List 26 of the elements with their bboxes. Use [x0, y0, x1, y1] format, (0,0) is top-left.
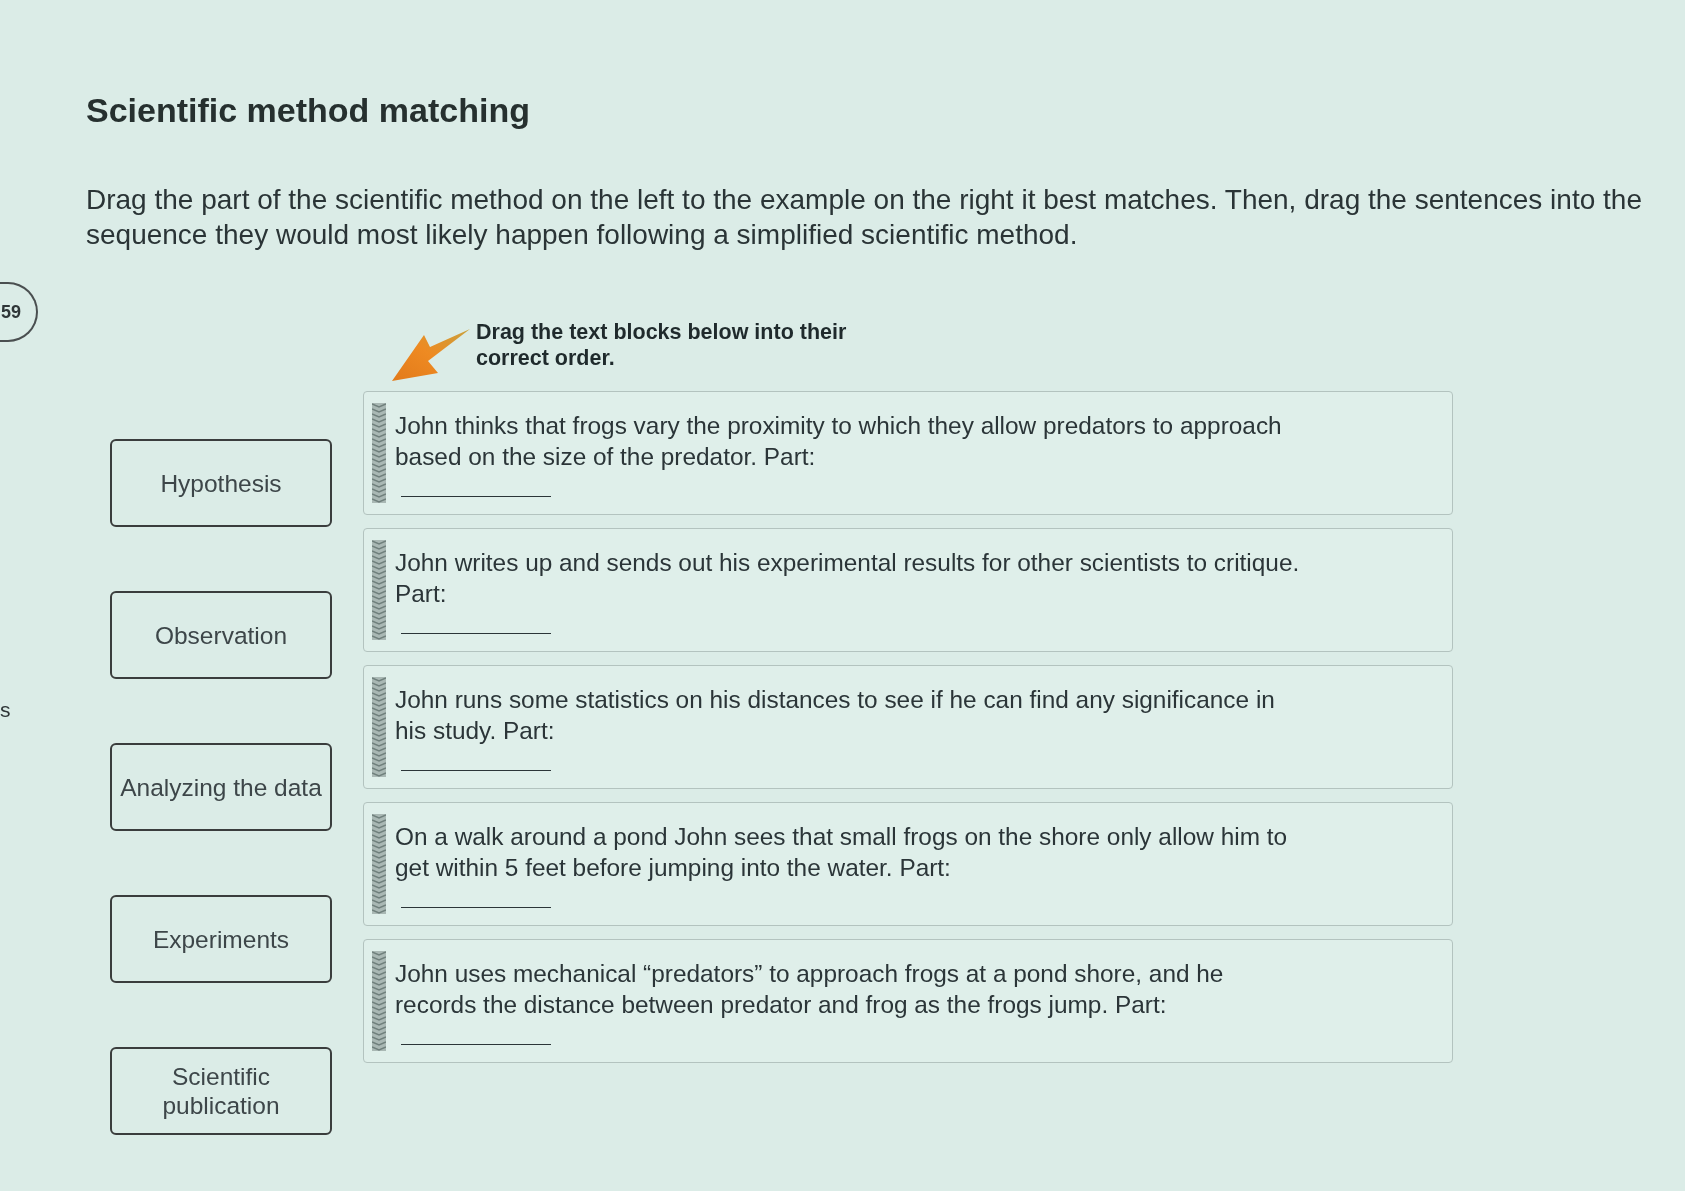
sentence-text: On a walk around a pond John sees that small frogs on the shore only allow him to get within 5 feet before jumping into the water. Part: [395, 821, 1289, 883]
sentence-card[interactable]: John uses mechanical “predators” to approach frogs at a pond shore, and he records the distance between predator and frog as the frogs jump. Part: [363, 939, 1453, 1063]
sentence-text: John runs some statistics on his distances to see if he can find any significance in his study. Part: [395, 684, 1276, 746]
order-prompt: Drag the text blocks below into their correct order. [476, 319, 848, 371]
grip-icon[interactable] [372, 814, 386, 914]
grip-icon[interactable] [372, 677, 386, 777]
draggable-tile[interactable]: Hypothesis [110, 439, 332, 527]
draggable-tile[interactable]: Analyzing the data [110, 743, 332, 831]
number-badge: 59 [0, 282, 38, 342]
grip-icon[interactable] [372, 403, 386, 503]
grip-icon[interactable] [372, 540, 386, 640]
side-text: s [0, 699, 11, 721]
arrow-icon [392, 327, 470, 381]
sentence-text: John writes up and sends out his experimental results for other scientists to critique. Part: [395, 547, 1301, 609]
draggable-tile[interactable]: Scientific publication [110, 1047, 332, 1135]
sentence-text: John uses mechanical “predators” to approach frogs at a pond shore, and he records the distance between predator and frog as the frogs jump. Part: [395, 958, 1225, 1020]
instructions-text: Drag the part of the scientific method on the left to the example on the right it best matches. Then, drag the sentences into the sequence they would most likely happen following a simplified scientific method. [86, 183, 1643, 252]
sentence-card[interactable]: John writes up and sends out his experimental results for other scientists to critique. Part: [363, 528, 1453, 652]
sentence-card[interactable]: On a walk around a pond John sees that small frogs on the shore only allow him to get within 5 feet before jumping into the water. Part: [363, 802, 1453, 926]
draggable-tile[interactable]: Experiments [110, 895, 332, 983]
page-title: Scientific method matching [86, 90, 530, 130]
draggable-tile[interactable]: Observation [110, 591, 332, 679]
sentence-card[interactable]: John thinks that frogs vary the proximity to which they allow predators to approach based on the size of the predator. Part: [363, 391, 1453, 515]
grip-icon[interactable] [372, 951, 386, 1051]
sentence-card[interactable]: John runs some statistics on his distances to see if he can find any significance in his study. Part: [363, 665, 1453, 789]
sentence-text: John thinks that frogs vary the proximity to which they allow predators to approach based on the size of the predator. Part: [395, 410, 1283, 472]
